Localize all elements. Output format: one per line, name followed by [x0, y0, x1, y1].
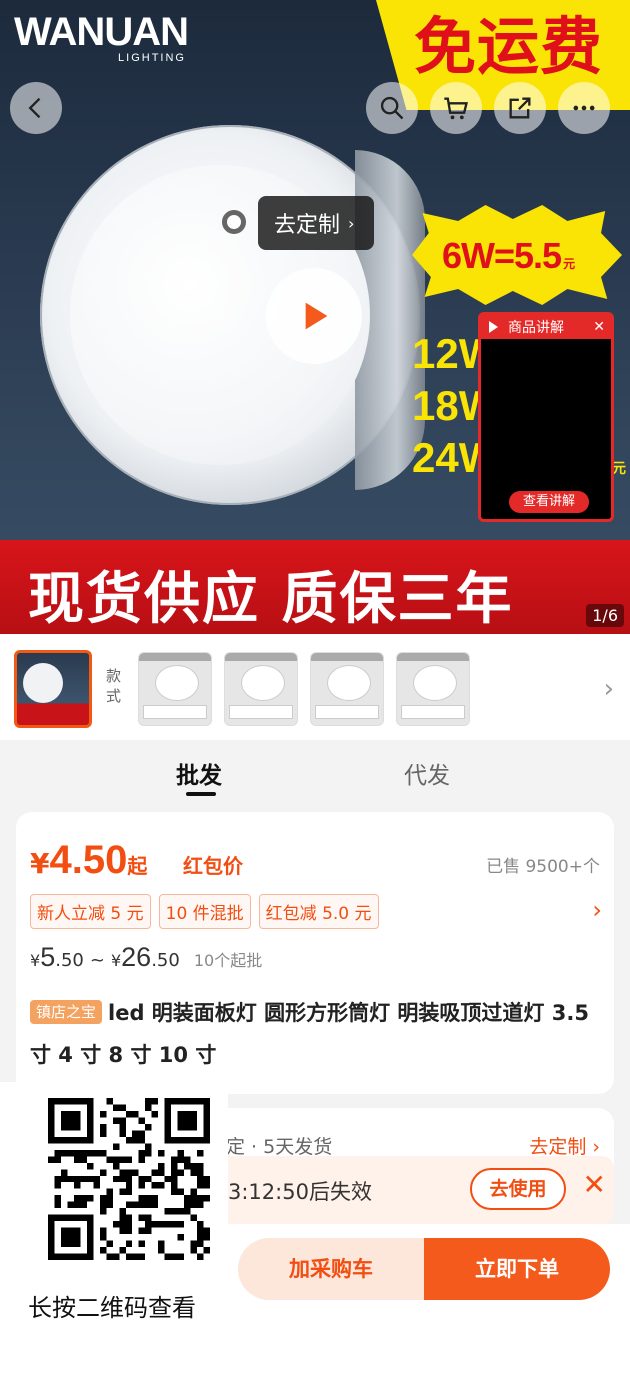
tab-dropship[interactable]: 代发	[404, 756, 450, 790]
image-counter: 1/6	[586, 604, 624, 627]
close-icon[interactable]: ✕	[583, 1168, 606, 1201]
share-button[interactable]	[494, 82, 546, 134]
shipping-text: 定 · 5天发货	[226, 1136, 333, 1158]
brand-name: WANUAN	[14, 10, 189, 54]
chevron-right-icon: ›	[348, 213, 355, 233]
coupon-timer: 3:12:50后失效	[228, 1180, 372, 1204]
promo-banner: 现货供应 质保三年	[0, 540, 630, 634]
price-burst-unit: 元	[563, 257, 575, 271]
play-icon	[489, 321, 498, 333]
currency-symbol: ¥	[30, 847, 50, 880]
wattage-unit: 元	[612, 461, 626, 477]
range-low-int: 5	[40, 942, 56, 972]
customize-hotspot[interactable]	[222, 210, 246, 234]
qr-caption: 长按二维码查看	[28, 1294, 196, 1322]
customize-tag[interactable]: 去定制 ›	[258, 196, 374, 250]
currency-symbol: ¥	[110, 951, 122, 970]
promo-tag[interactable]: 10 件混批	[158, 894, 251, 929]
more-icon	[573, 105, 595, 111]
explain-header: 商品讲解 ✕	[481, 315, 611, 339]
price-burst-text: 6W=5.5	[442, 235, 562, 276]
product-explain-popup[interactable]: 商品讲解 ✕ 查看讲解	[478, 312, 614, 522]
product-image-carousel[interactable]: WANUAN LIGHTING 免运费 去定制 › 6W=5.5 元 12W 18…	[0, 0, 630, 634]
brand-logo: WANUAN LIGHTING	[14, 10, 189, 64]
brand-subtitle: LIGHTING	[118, 52, 186, 64]
style-thumbnail[interactable]	[138, 652, 212, 726]
use-coupon-button[interactable]: 去使用	[470, 1168, 566, 1210]
style-thumbnail[interactable]	[224, 652, 298, 726]
promo-tag[interactable]: 红包减 5.0 元	[258, 894, 379, 929]
search-button[interactable]	[366, 82, 418, 134]
play-video-button[interactable]	[266, 268, 362, 364]
explain-title: 商品讲解	[508, 320, 564, 336]
more-button[interactable]	[558, 82, 610, 134]
style-thumbnail[interactable]	[396, 652, 470, 726]
customize-link[interactable]: 去定制 ›	[529, 1132, 600, 1159]
free-shipping-text: 免运费	[414, 10, 604, 83]
customize-tag-label: 去定制	[274, 213, 341, 238]
tab-wholesale[interactable]: 批发	[176, 756, 222, 790]
customize-link-label: 去定制	[529, 1136, 587, 1158]
promo-tags[interactable]: 新人立减 5 元 10 件混批 红包减 5.0 元	[30, 894, 379, 929]
price-burst-badge: 6W=5.5 元	[412, 205, 622, 305]
tab-active-indicator	[186, 792, 216, 796]
range-low-dec: .50	[55, 950, 84, 971]
range-high-int: 26	[121, 942, 152, 972]
price-range: ¥ 5 .50 ~ ¥ 26 .50 10个起批	[30, 942, 262, 973]
qr-code[interactable]	[48, 1098, 210, 1260]
back-button[interactable]	[10, 82, 62, 134]
search-icon	[380, 96, 404, 120]
min-order-text: 10个起批	[193, 951, 263, 970]
add-to-cart-button[interactable]: 加采购车	[238, 1238, 424, 1300]
chevron-right-icon[interactable]: ›	[604, 674, 614, 704]
sold-count: 已售 9500+个	[486, 857, 600, 877]
treasure-badge: 镇店之宝	[30, 1000, 103, 1024]
chevron-right-icon: ›	[592, 1136, 600, 1158]
qr-overlay: 长按二维码查看	[0, 1082, 228, 1374]
purchase-mode-tabs: 批发 代发	[0, 740, 630, 810]
cart-icon	[444, 97, 468, 120]
buy-now-button[interactable]: 立即下单	[424, 1238, 610, 1300]
back-icon	[28, 97, 41, 119]
chevron-right-icon[interactable]: ›	[592, 896, 602, 924]
share-icon	[509, 97, 531, 119]
style-thumbnail-strip: 款式 ›	[0, 634, 630, 740]
range-separator: ~	[89, 950, 105, 971]
range-high-dec: .50	[151, 950, 180, 971]
currency-symbol: ¥	[30, 951, 41, 970]
promo-tag[interactable]: 新人立减 5 元	[30, 894, 151, 929]
play-icon	[305, 302, 328, 330]
price-value: 4.50	[49, 838, 128, 882]
thumbnail-main[interactable]	[14, 650, 92, 728]
view-explain-button[interactable]: 查看讲解	[509, 491, 589, 513]
close-icon[interactable]: ✕	[593, 319, 605, 335]
price-suffix: 起	[127, 854, 148, 878]
product-title-text: led 明装面板灯 圆形方形筒灯 明装吸顶过道灯 3.5 寸 4 寸 8 寸 1…	[30, 1001, 589, 1067]
red-packet-price-label: 红包价	[183, 854, 243, 878]
product-title: 镇店之宝 led 明装面板灯 圆形方形筒灯 明装吸顶过道灯 3.5 寸 4 寸 8…	[30, 992, 600, 1076]
style-thumbnail[interactable]	[310, 652, 384, 726]
promo-banner-text: 现货供应 质保三年	[28, 567, 514, 632]
price-card: ¥4.50起 红包价 已售 9500+个 新人立减 5 元 10 件混批 红包减…	[16, 812, 614, 1094]
style-label: 款式	[106, 667, 122, 705]
price-main: ¥4.50起	[30, 838, 147, 883]
cart-button[interactable]	[430, 82, 482, 134]
